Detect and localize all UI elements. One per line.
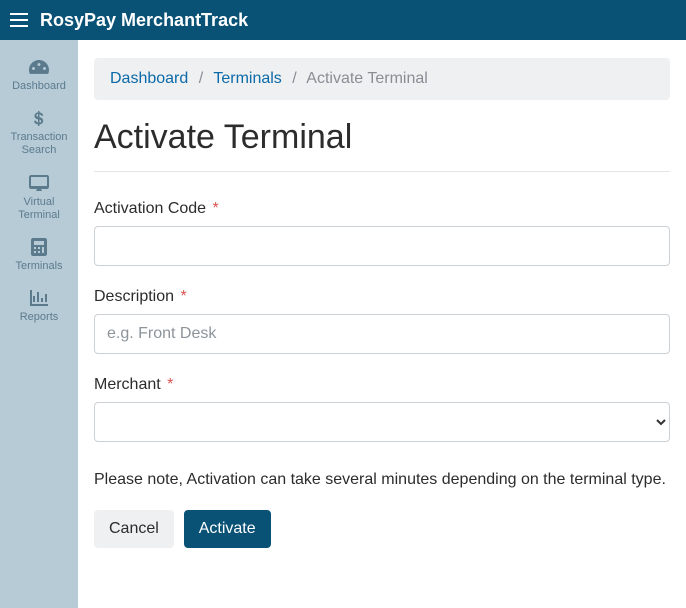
- field-activation-code: Activation Code *: [94, 200, 670, 266]
- sidebar-item-label: Transaction Search: [10, 131, 67, 156]
- activation-note: Please note, Activation can take several…: [94, 468, 670, 492]
- app-header: RosyPay MerchantTrack: [0, 0, 686, 40]
- breadcrumb-active: Activate Terminal: [306, 70, 428, 87]
- sidebar-item-label: Reports: [20, 311, 59, 323]
- sidebar-item-dashboard[interactable]: Dashboard: [0, 50, 78, 101]
- breadcrumb: Dashboard / Terminals / Activate Termina…: [94, 58, 670, 100]
- merchant-select[interactable]: [94, 402, 670, 442]
- sidebar-item-terminals[interactable]: Terminals: [0, 230, 78, 281]
- field-merchant: Merchant *: [94, 376, 670, 442]
- divider: [94, 171, 670, 172]
- menu-toggle-icon[interactable]: [10, 13, 28, 27]
- main-content: Dashboard / Terminals / Activate Termina…: [78, 40, 686, 608]
- description-input[interactable]: [94, 314, 670, 354]
- dollar-icon: [4, 109, 74, 127]
- sidebar-item-label: Terminals: [15, 260, 62, 272]
- calculator-icon: [4, 238, 74, 256]
- breadcrumb-separator: /: [292, 70, 296, 87]
- required-marker: *: [180, 288, 186, 305]
- cancel-button[interactable]: Cancel: [94, 510, 174, 548]
- description-label: Description *: [94, 288, 670, 306]
- sidebar-item-label: Virtual Terminal: [18, 196, 60, 221]
- required-marker: *: [167, 376, 173, 393]
- chart-icon: [4, 289, 74, 307]
- form-actions: Cancel Activate: [94, 510, 670, 548]
- gauge-icon: [4, 58, 74, 76]
- brand-title: RosyPay MerchantTrack: [40, 10, 248, 31]
- sidebar-item-label: Dashboard: [12, 80, 66, 92]
- breadcrumb-link-dashboard[interactable]: Dashboard: [110, 70, 188, 87]
- breadcrumb-separator: /: [199, 70, 203, 87]
- breadcrumb-link-terminals[interactable]: Terminals: [213, 70, 281, 87]
- sidebar-item-reports[interactable]: Reports: [0, 281, 78, 332]
- field-description: Description *: [94, 288, 670, 354]
- activate-button[interactable]: Activate: [184, 510, 271, 548]
- merchant-label: Merchant *: [94, 376, 670, 394]
- activation-code-input[interactable]: [94, 226, 670, 266]
- required-marker: *: [213, 200, 219, 217]
- sidebar-item-transaction-search[interactable]: Transaction Search: [0, 101, 78, 165]
- monitor-icon: [4, 174, 74, 192]
- activation-code-label: Activation Code *: [94, 200, 670, 218]
- page-title: Activate Terminal: [94, 118, 670, 157]
- sidebar: Dashboard Transaction Search Virtual Ter…: [0, 40, 78, 608]
- sidebar-item-virtual-terminal[interactable]: Virtual Terminal: [0, 166, 78, 230]
